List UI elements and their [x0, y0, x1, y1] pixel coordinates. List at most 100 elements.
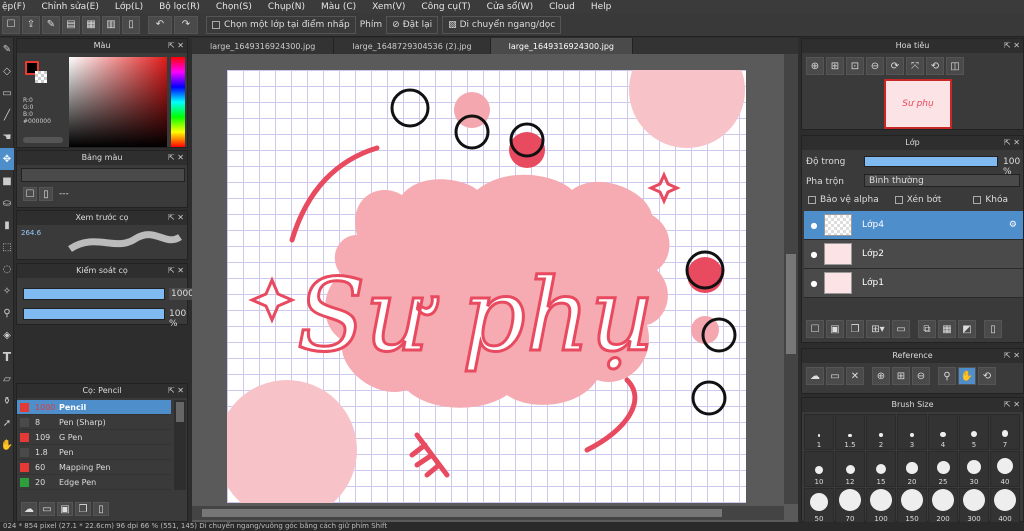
- lasso-tool-icon[interactable]: ◌: [0, 258, 14, 280]
- brush-size-cell[interactable]: 5: [959, 414, 989, 450]
- brush-copy-icon[interactable]: ❐: [75, 502, 91, 516]
- fit-window-icon[interactable]: ⤧: [906, 57, 924, 75]
- menu-item[interactable]: ệp(F): [2, 2, 25, 12]
- brush-item[interactable]: 1.8 Pen: [17, 445, 171, 460]
- blend-mode-select[interactable]: Bình thường: [864, 174, 1020, 187]
- layer-opacity-slider[interactable]: [864, 156, 998, 167]
- menu-item[interactable]: Chụp(N): [268, 2, 305, 12]
- eraser-tool-icon[interactable]: ◇: [0, 60, 14, 82]
- zoom-in-icon[interactable]: ⊕: [806, 57, 824, 75]
- undo-icon[interactable]: ↶: [148, 15, 172, 34]
- move-tool-icon[interactable]: ✥: [0, 148, 14, 170]
- brush-size-cell[interactable]: 200: [928, 488, 958, 524]
- lock-checkbox[interactable]: [973, 196, 982, 204]
- menu-item[interactable]: Cửa sổ(W): [487, 2, 533, 12]
- menu-item[interactable]: Help: [591, 2, 612, 12]
- brush-size-cell[interactable]: 7: [990, 414, 1020, 450]
- brush-cloud-icon[interactable]: ☁: [21, 502, 37, 516]
- zoom-out-icon[interactable]: ⊖: [866, 57, 884, 75]
- brush-size-cell[interactable]: 1: [804, 414, 834, 450]
- bucket-tool-icon[interactable]: ⛀: [0, 192, 14, 214]
- pan-icon[interactable]: ✋: [0, 434, 14, 456]
- brush-size-cell[interactable]: 15: [866, 451, 896, 487]
- ref-close-icon[interactable]: ✕: [846, 367, 864, 385]
- brush-size-cell[interactable]: 20: [897, 451, 927, 487]
- brush-size-cell[interactable]: 1.5: [835, 414, 865, 450]
- ref-eyedropper-icon[interactable]: ⚲: [938, 367, 956, 385]
- reset-button[interactable]: ⊘ Đặt lại: [386, 15, 439, 34]
- trash-icon[interactable]: ▯: [122, 15, 140, 34]
- brush-size-cell[interactable]: 30: [959, 451, 989, 487]
- settings-icon[interactable]: ▥: [102, 15, 120, 34]
- comment-icon[interactable]: ✎: [42, 15, 60, 34]
- document-tab[interactable]: large_1649316924300.jpg: [192, 38, 335, 54]
- brush-item[interactable]: 20 Edge Pen: [17, 475, 171, 490]
- close-icon[interactable]: ⇱ ✕: [168, 264, 184, 278]
- fill-tool-icon[interactable]: ■: [0, 170, 14, 192]
- clear-icon[interactable]: ◩: [958, 320, 976, 338]
- brush-folder-icon[interactable]: ▭: [39, 502, 55, 516]
- document-tab[interactable]: large_1649316924300.jpg: [490, 38, 633, 54]
- navigator-thumbnail[interactable]: Sư phụ: [884, 79, 952, 129]
- text-tool-icon[interactable]: T: [0, 346, 14, 368]
- rect-select-icon[interactable]: ▭: [0, 82, 14, 104]
- saturation-value-picker[interactable]: [69, 57, 167, 147]
- dropper-icon[interactable]: ⚱: [0, 390, 14, 412]
- palette-dropdown[interactable]: [21, 168, 185, 182]
- magic-wand-icon[interactable]: ✧: [0, 280, 14, 302]
- reset-view-icon[interactable]: ⟲: [926, 57, 944, 75]
- delete-layer-icon[interactable]: ▯: [984, 320, 1002, 338]
- add-layer-menu-icon[interactable]: ⊞▾: [866, 320, 890, 338]
- brush-item[interactable]: 1000 Pencil: [17, 400, 171, 415]
- brush-size-cell[interactable]: 25: [928, 451, 958, 487]
- layer-icon[interactable]: ▤: [62, 15, 80, 34]
- brush-delete-icon[interactable]: ▯: [93, 502, 109, 516]
- brush-size-cell[interactable]: 2: [866, 414, 896, 450]
- ref-cloud-icon[interactable]: ☁: [806, 367, 824, 385]
- ref-hand-icon[interactable]: ✋: [958, 367, 976, 385]
- visibility-icon[interactable]: ●: [804, 250, 824, 259]
- brush-size-cell[interactable]: 3: [897, 414, 927, 450]
- new-palette-icon[interactable]: ☐: [23, 187, 37, 201]
- brush-size-cell[interactable]: 150: [897, 488, 927, 524]
- brush-size-cell[interactable]: 10: [804, 451, 834, 487]
- ref-zoom-out-icon[interactable]: ⊖: [912, 367, 930, 385]
- close-icon[interactable]: ⇱ ✕: [1004, 39, 1020, 53]
- brush-size-cell[interactable]: 40: [990, 451, 1020, 487]
- pen-tool-icon[interactable]: ✎: [0, 38, 14, 60]
- menu-item[interactable]: Lớp(L): [115, 2, 143, 12]
- layer-settings-icon[interactable]: ⚙: [1009, 220, 1017, 230]
- clip-checkbox[interactable]: [894, 196, 903, 204]
- share-icon[interactable]: ⇪: [22, 15, 40, 34]
- close-icon[interactable]: ⇱ ✕: [1004, 398, 1020, 412]
- menu-item[interactable]: Chỉnh sửa(E): [41, 2, 98, 12]
- delete-palette-icon[interactable]: ▯: [39, 187, 53, 201]
- brush-item[interactable]: 109 G Pen: [17, 430, 171, 445]
- brush-size-cell[interactable]: 50: [804, 488, 834, 524]
- hand-tool-icon[interactable]: ☚: [0, 126, 14, 148]
- close-icon[interactable]: ⇱ ✕: [1004, 349, 1020, 363]
- ref-rotate-icon[interactable]: ⟲: [978, 367, 996, 385]
- menu-item[interactable]: Cloud: [549, 2, 575, 12]
- close-icon[interactable]: ⇱ ✕: [168, 151, 184, 165]
- brush-size-cell[interactable]: 300: [959, 488, 989, 524]
- snap-layer-toggle[interactable]: Chọn một lớp tại điểm nhấp: [206, 15, 356, 34]
- brush-size-cell[interactable]: 400: [990, 488, 1020, 524]
- visibility-icon[interactable]: ●: [804, 221, 824, 230]
- redo-icon[interactable]: ↷: [174, 15, 198, 34]
- new-layer-2-icon[interactable]: ▣: [826, 320, 844, 338]
- canvas-document[interactable]: Sư phụ: [227, 70, 746, 503]
- brush-size-cell[interactable]: 70: [835, 488, 865, 524]
- layer-item[interactable]: ● Lớp2: [804, 240, 1023, 269]
- select-tool-icon[interactable]: ⬚: [0, 236, 14, 258]
- zoom-actual-icon[interactable]: ⊡: [846, 57, 864, 75]
- brush-list-scrollbar[interactable]: [174, 400, 186, 490]
- merge-icon[interactable]: ⧉: [918, 320, 936, 338]
- brush-size-cell[interactable]: 4: [928, 414, 958, 450]
- brush-opacity-value[interactable]: 100 %: [169, 309, 187, 329]
- close-icon[interactable]: ⇱ ✕: [168, 211, 184, 225]
- gradient-tool-icon[interactable]: ▮: [0, 214, 14, 236]
- select-eraser-icon[interactable]: ◈: [0, 324, 14, 346]
- canvas-horizontal-scrollbar[interactable]: [192, 506, 784, 520]
- brush-size-cell[interactable]: 100: [866, 488, 896, 524]
